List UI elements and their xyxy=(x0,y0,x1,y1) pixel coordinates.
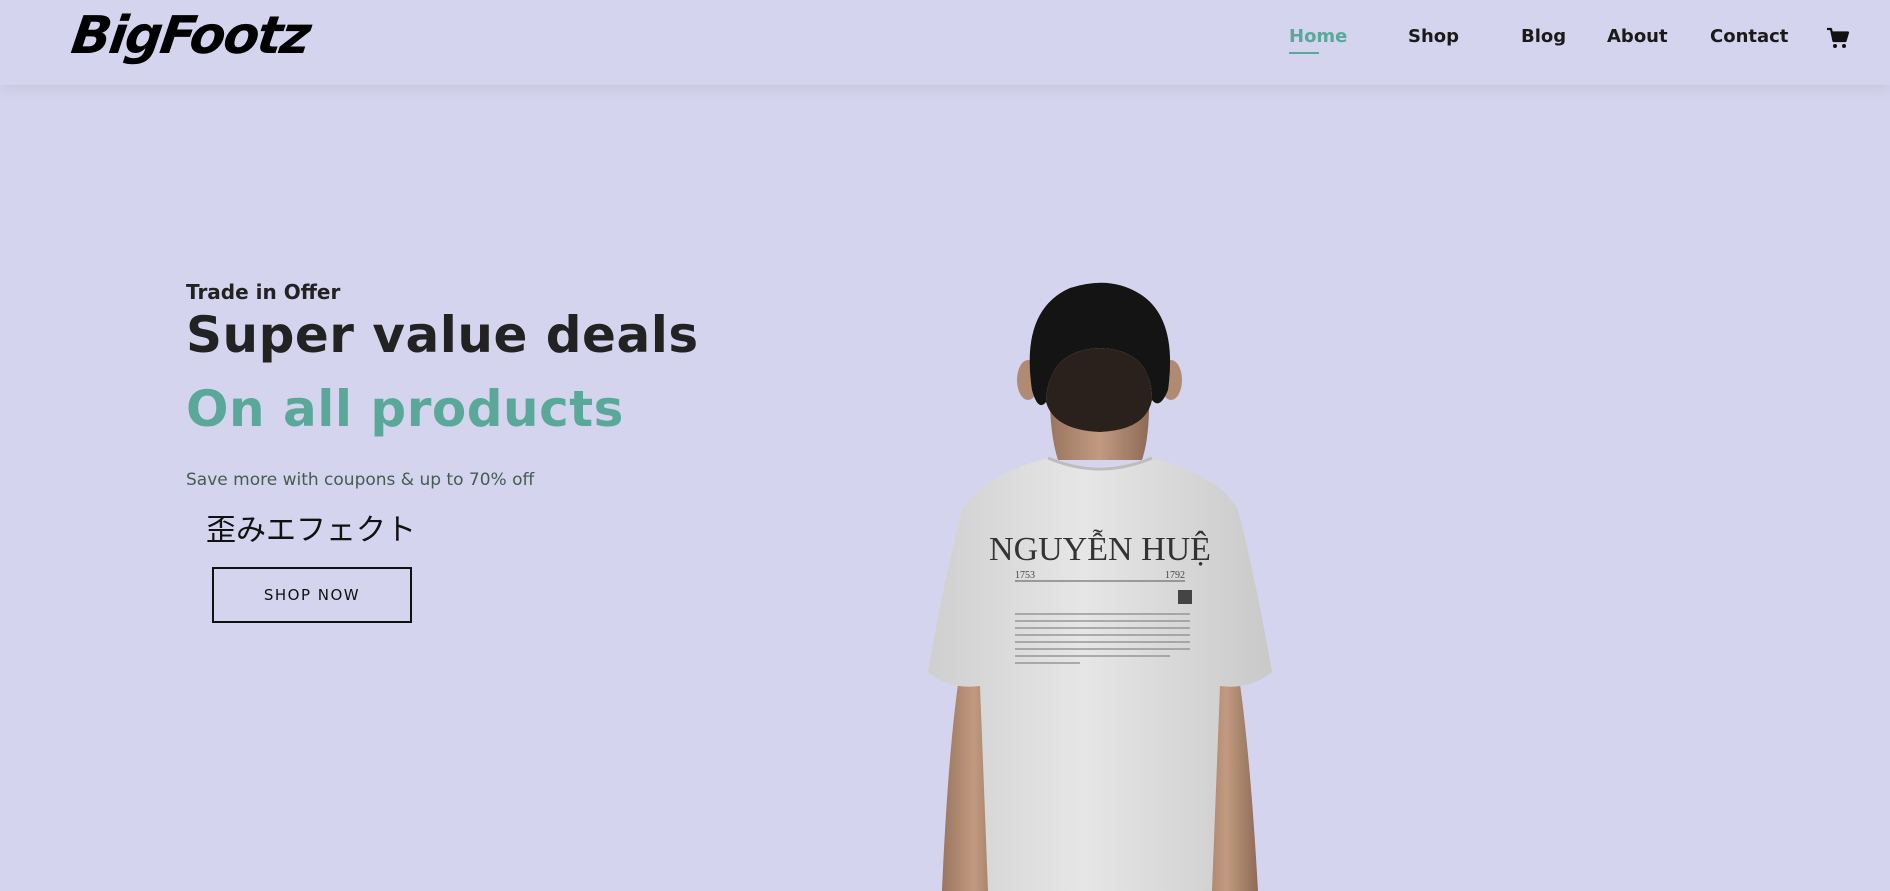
hero-subheadline: On all products xyxy=(186,380,624,438)
shirt-print-year-right: 1792 xyxy=(1165,570,1185,581)
shopping-cart-icon[interactable] xyxy=(1826,26,1850,50)
nav-item-shop[interactable]: Shop xyxy=(1408,26,1459,47)
nav-item-about[interactable]: About xyxy=(1607,26,1668,47)
hero-japanese-text: 歪みエフェクト xyxy=(206,513,416,548)
nav-item-home[interactable]: Home xyxy=(1289,26,1347,54)
shirt-print-name: NGUYỄN HUỆ xyxy=(989,529,1211,568)
hero-headline: Super value deals xyxy=(186,306,699,364)
shirt-print-year-left: 1753 xyxy=(1015,570,1035,581)
hero-kicker: Trade in Offer xyxy=(186,280,341,304)
main-nav: Home Shop Blog About Contact xyxy=(0,26,1890,56)
nav-item-contact[interactable]: Contact xyxy=(1710,26,1788,47)
site-header: BigFootz Home Shop Blog About Contact xyxy=(0,0,1890,85)
nav-item-blog[interactable]: Blog xyxy=(1521,26,1566,47)
hero-model-image: NGUYỄN HUỆ 1753 1792 xyxy=(928,282,1272,891)
shop-now-button[interactable]: SHOP NOW xyxy=(212,567,412,623)
hero-description: Save more with coupons & up to 70% off xyxy=(186,470,535,490)
